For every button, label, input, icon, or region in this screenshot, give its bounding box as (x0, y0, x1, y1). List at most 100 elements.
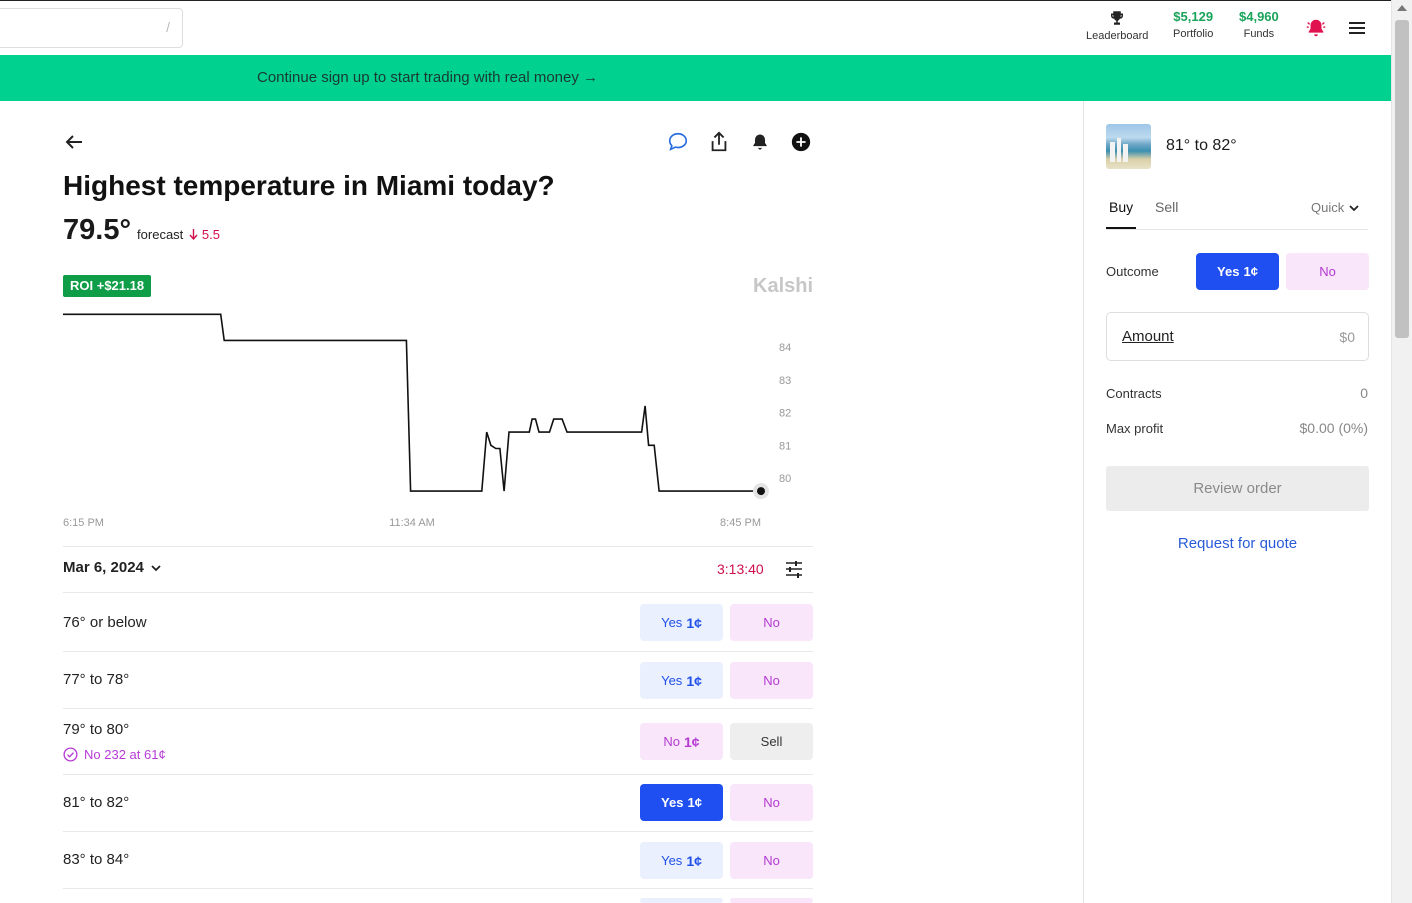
signup-banner-text[interactable]: Continue sign up to start trading with r… (257, 69, 598, 86)
divider (63, 888, 813, 889)
share-button[interactable] (707, 130, 731, 154)
yes-button-selected[interactable]: Yes 1¢ (640, 784, 723, 821)
divider (63, 592, 813, 593)
market-thumbnail (1106, 124, 1151, 169)
no-button[interactable]: No (730, 662, 813, 699)
divider (63, 651, 813, 652)
arrow-down-icon (189, 229, 198, 241)
outcome-yes-button[interactable]: Yes 1¢ (1196, 253, 1279, 290)
yes-label: Yes (661, 615, 683, 630)
x-tick-label: 11:34 AM (389, 517, 435, 529)
y-tick-label: 82 (779, 408, 791, 420)
yes-button[interactable]: Yes 1¢ (640, 662, 723, 699)
position-text: No 232 at 61¢ (84, 747, 166, 762)
no-button[interactable]: No (730, 784, 813, 821)
page-scrollbar[interactable] (1391, 0, 1412, 903)
portfolio-link[interactable]: $5,129 Portfolio (1173, 9, 1213, 40)
panel-divider (1083, 101, 1084, 903)
yes-price: 1¢ (686, 672, 702, 689)
share-icon (711, 131, 727, 152)
divider (63, 708, 813, 709)
yes-price: 1¢ (686, 614, 702, 631)
menu-button[interactable] (1345, 16, 1369, 40)
filter-button[interactable] (782, 557, 806, 581)
leaderboard-label: Leaderboard (1086, 30, 1149, 42)
add-watchlist-button[interactable] (789, 130, 813, 154)
yes-button[interactable]: Yes 1¢ (640, 842, 723, 879)
leaderboard-link[interactable]: Leaderboard (1086, 9, 1148, 42)
countdown-timer: 3:13:40 (717, 561, 764, 577)
yes-button-partial[interactable] (640, 898, 723, 903)
x-tick-label: 8:45 PM (720, 517, 761, 529)
alerts-button[interactable] (748, 130, 772, 154)
top-bar: / Leaderboard $5,129 Portfolio $4,960 Fu… (0, 0, 1391, 55)
y-tick-label: 81 (779, 440, 791, 452)
y-tick-label: 84 (779, 342, 791, 354)
last-point-marker (757, 487, 765, 496)
max-profit-value: $0.00 (0%) (1299, 420, 1368, 436)
outcome-no-button[interactable]: No (1286, 253, 1369, 290)
y-tick-label: 80 (779, 473, 791, 485)
max-profit-label: Max profit (1106, 421, 1164, 436)
no-button[interactable]: No (730, 842, 813, 879)
roi-badge: ROI +$21.18 (63, 275, 152, 297)
tabs-divider (1106, 229, 1368, 230)
position-note: No 232 at 61¢ (63, 747, 166, 762)
yes-label: Yes (661, 795, 684, 810)
review-order-button[interactable]: Review order (1106, 466, 1369, 511)
order-mode-dropdown[interactable]: Quick (1311, 200, 1360, 215)
market-label: 77° to 78° (63, 671, 130, 688)
hamburger-icon (1349, 22, 1365, 34)
bell-alert-icon (1306, 19, 1326, 37)
market-title: Highest temperature in Miami today? (63, 170, 555, 201)
order-mode-label: Quick (1311, 200, 1345, 215)
no-price: 1¢ (684, 733, 700, 750)
comments-button[interactable] (666, 130, 690, 154)
series-line (63, 313, 761, 492)
portfolio-label: Portfolio (1173, 28, 1214, 40)
yes-label: Yes (661, 673, 683, 688)
search-input[interactable]: / (0, 8, 183, 48)
scrollbar-thumb[interactable] (1395, 20, 1409, 338)
forecast-change-value: 5.5 (201, 227, 220, 242)
no-button[interactable]: No (730, 604, 813, 641)
amount-label: Amount (1122, 328, 1174, 345)
divider (63, 831, 813, 832)
funds-value: $4,960 (1239, 9, 1279, 24)
order-market-title: 81° to 82° (1166, 137, 1237, 154)
y-tick-label: 83 (779, 375, 791, 387)
plus-circle-icon (791, 132, 811, 152)
market-label: 76° or below (63, 614, 147, 631)
outcome-yes-label: Yes (1217, 264, 1240, 279)
request-quote-link[interactable]: Request for quote (1106, 535, 1369, 552)
scroll-up-arrow[interactable] (1397, 5, 1407, 11)
x-tick-label: 6:15 PM (63, 517, 104, 529)
arrow-left-icon (65, 135, 82, 149)
price-chart[interactable]: 84 83 82 81 80 6:15 PM 11:34 AM 8:45 PM (0, 300, 830, 535)
no-position-button[interactable]: No 1¢ (640, 723, 723, 760)
chat-bubble-icon (668, 132, 688, 151)
tab-sell[interactable]: Sell (1155, 199, 1178, 215)
market-label: 79° to 80° (63, 721, 130, 738)
contracts-label: Contracts (1106, 386, 1162, 401)
no-label: No (663, 734, 681, 749)
notifications-button[interactable] (1304, 16, 1328, 40)
date-selector[interactable]: Mar 6, 2024 (63, 559, 162, 576)
amount-value: $0 (1339, 329, 1355, 345)
no-button-partial[interactable] (730, 898, 813, 903)
amount-input[interactable]: Amount $0 (1106, 312, 1369, 361)
trophy-icon (1111, 11, 1124, 25)
check-circle-icon (63, 747, 78, 762)
tab-buy[interactable]: Buy (1109, 199, 1133, 215)
chevron-down-icon (151, 564, 161, 571)
back-button[interactable] (62, 130, 86, 154)
funds-label: Funds (1243, 28, 1275, 40)
outcome-label: Outcome (1106, 264, 1159, 279)
yes-price: 1¢ (686, 852, 702, 869)
funds-link[interactable]: $4,960 Funds (1239, 9, 1279, 40)
signup-banner[interactable]: Continue sign up to start trading with r… (0, 55, 1391, 101)
yes-label: Yes (661, 853, 683, 868)
forecast-value: 79.5° (63, 214, 132, 246)
yes-button[interactable]: Yes 1¢ (640, 604, 723, 641)
sell-button[interactable]: Sell (730, 723, 813, 760)
